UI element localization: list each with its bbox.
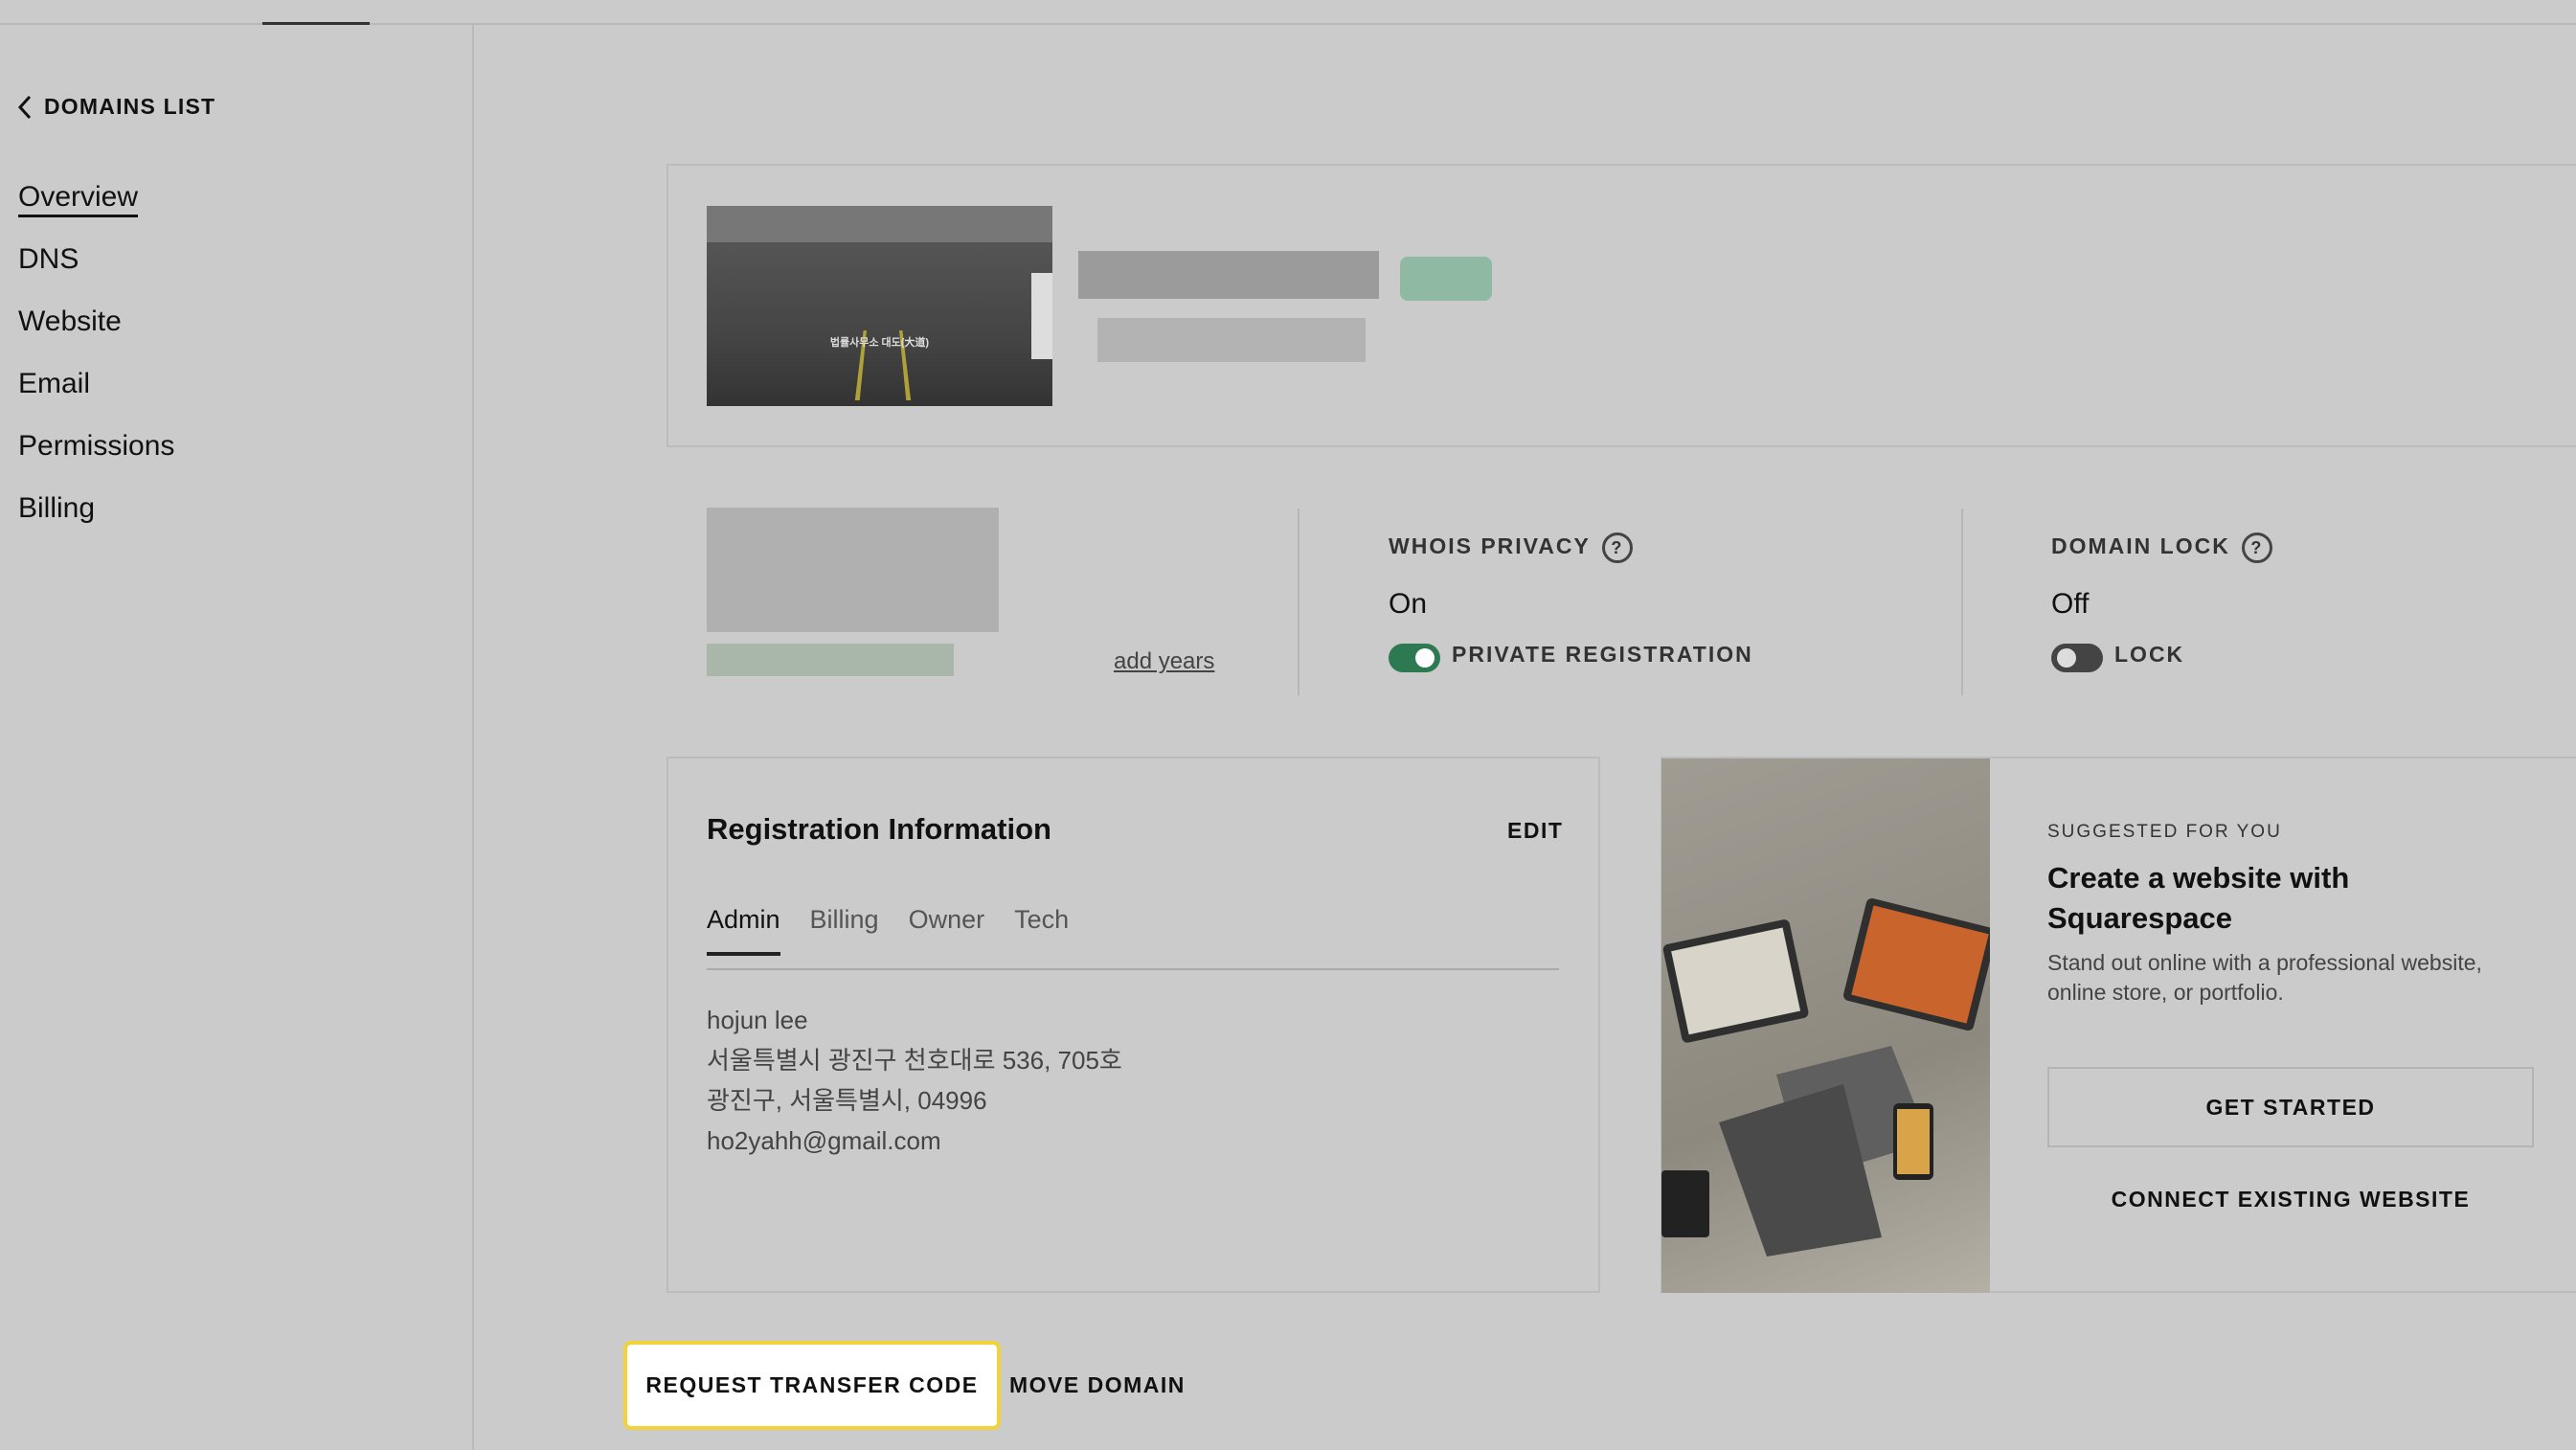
sidebar-item-website[interactable]: Website bbox=[18, 296, 174, 358]
whois-label: WHOIS PRIVACY bbox=[1389, 533, 1591, 559]
sidebar-item-permissions[interactable]: Permissions bbox=[18, 420, 174, 483]
lock-label-row: DOMAIN LOCK? bbox=[2051, 532, 2272, 563]
tab-admin[interactable]: Admin bbox=[707, 905, 780, 956]
promo-desc-line1: Stand out online with a professional web… bbox=[2047, 950, 2482, 975]
contact-block: hojun lee 서울특별시 광진구 천호대로 536, 705호 광진구, … bbox=[707, 1000, 1122, 1161]
top-tab-bar bbox=[0, 0, 2576, 25]
promo-title: Create a website with Squarespace bbox=[2047, 858, 2349, 939]
redacted-renew-indicator bbox=[707, 644, 954, 676]
promo-eyebrow: SUGGESTED FOR YOU bbox=[2047, 822, 2282, 842]
thumbnail-header bbox=[707, 206, 1052, 242]
tab-owner[interactable]: Owner bbox=[909, 905, 985, 956]
contact-email: ho2yahh@gmail.com bbox=[707, 1126, 941, 1155]
promo-image bbox=[1661, 759, 1990, 1293]
move-domain-button[interactable]: MOVE DOMAIN bbox=[1009, 1372, 1186, 1398]
tab-tech[interactable]: Tech bbox=[1014, 905, 1069, 956]
nav-label: DNS bbox=[18, 243, 79, 275]
redacted-expiry-info bbox=[707, 508, 999, 632]
get-started-button[interactable]: GET STARTED bbox=[2047, 1067, 2534, 1147]
add-years-link[interactable]: add years bbox=[1114, 648, 1214, 675]
lock-label: DOMAIN LOCK bbox=[2051, 533, 2230, 559]
contact-address-line1: 서울특별시 광진구 천호대로 536, 705호 bbox=[707, 1046, 1122, 1075]
contact-address-line2: 광진구, 서울특별시, 04996 bbox=[707, 1086, 987, 1115]
sidebar-nav: Overview DNS Website Email Permissions B… bbox=[18, 171, 174, 545]
tab-billing[interactable]: Billing bbox=[810, 905, 879, 956]
whois-label-row: WHOIS PRIVACY? bbox=[1389, 532, 1753, 563]
back-label: DOMAINS LIST bbox=[44, 94, 216, 119]
domain-lock-section: DOMAIN LOCK? Off LOCK bbox=[2051, 532, 2272, 672]
sidebar-item-dns[interactable]: DNS bbox=[18, 234, 174, 296]
connect-existing-website-button[interactable]: CONNECT EXISTING WEBSITE bbox=[2047, 1159, 2534, 1239]
redacted-status-badge bbox=[1400, 257, 1492, 301]
devices-illustration bbox=[1661, 897, 1990, 1257]
tabs-underline bbox=[707, 968, 1559, 970]
help-icon[interactable]: ? bbox=[2241, 532, 2272, 563]
contact-name: hojun lee bbox=[707, 1006, 808, 1034]
nav-label: Website bbox=[18, 306, 122, 337]
whois-privacy-section: WHOIS PRIVACY? On PRIVATE REGISTRATION bbox=[1389, 532, 1753, 672]
promo-description: Stand out online with a professional web… bbox=[2047, 948, 2482, 1008]
domains-list-back-link[interactable]: DOMAINS LIST bbox=[17, 94, 215, 120]
lock-toggle[interactable] bbox=[2051, 643, 2103, 672]
private-registration-label: PRIVATE REGISTRATION bbox=[1452, 642, 1753, 667]
lock-toggle-label: LOCK bbox=[2114, 642, 2185, 667]
registration-title: Registration Information bbox=[707, 812, 1051, 846]
thumbnail-title: 법률사무소 대도(大道) bbox=[829, 337, 930, 349]
nav-label: Email bbox=[18, 368, 91, 399]
request-transfer-code-button[interactable]: REQUEST TRANSFER CODE bbox=[623, 1341, 1001, 1430]
lock-value: Off bbox=[2051, 588, 2090, 620]
sidebar-item-billing[interactable]: Billing bbox=[18, 483, 174, 545]
nav-label: Overview bbox=[18, 181, 139, 217]
nav-label: Permissions bbox=[18, 430, 175, 462]
thumbnail-side-menu bbox=[1031, 273, 1052, 359]
sidebar-item-email[interactable]: Email bbox=[18, 358, 174, 420]
whois-value: On bbox=[1389, 588, 1428, 620]
private-registration-toggle[interactable] bbox=[1389, 643, 1440, 672]
redacted-domain-name bbox=[1078, 251, 1379, 299]
promo-title-line1: Create a website with bbox=[2047, 861, 2350, 895]
sidebar: DOMAINS LIST Overview DNS Website Email … bbox=[0, 25, 474, 1450]
status-divider bbox=[1298, 509, 1299, 695]
nav-label: Billing bbox=[18, 492, 96, 524]
whois-toggle-row[interactable]: PRIVATE REGISTRATION bbox=[1389, 642, 1753, 672]
sidebar-item-overview[interactable]: Overview bbox=[18, 171, 174, 234]
redacted-domain-subtext bbox=[1097, 318, 1366, 362]
registration-tabs: Admin Billing Owner Tech bbox=[707, 905, 1098, 956]
lock-toggle-row[interactable]: LOCK bbox=[2051, 642, 2272, 672]
chevron-left-icon bbox=[17, 95, 32, 119]
promo-title-line2: Squarespace bbox=[2047, 901, 2232, 935]
promo-desc-line2: online store, or portfolio. bbox=[2047, 980, 2284, 1005]
website-thumbnail[interactable]: 법률사무소 대도(大道) bbox=[707, 206, 1052, 406]
help-icon[interactable]: ? bbox=[1601, 532, 1633, 563]
edit-button[interactable]: EDIT bbox=[1507, 818, 1563, 844]
status-divider bbox=[1961, 509, 1963, 695]
